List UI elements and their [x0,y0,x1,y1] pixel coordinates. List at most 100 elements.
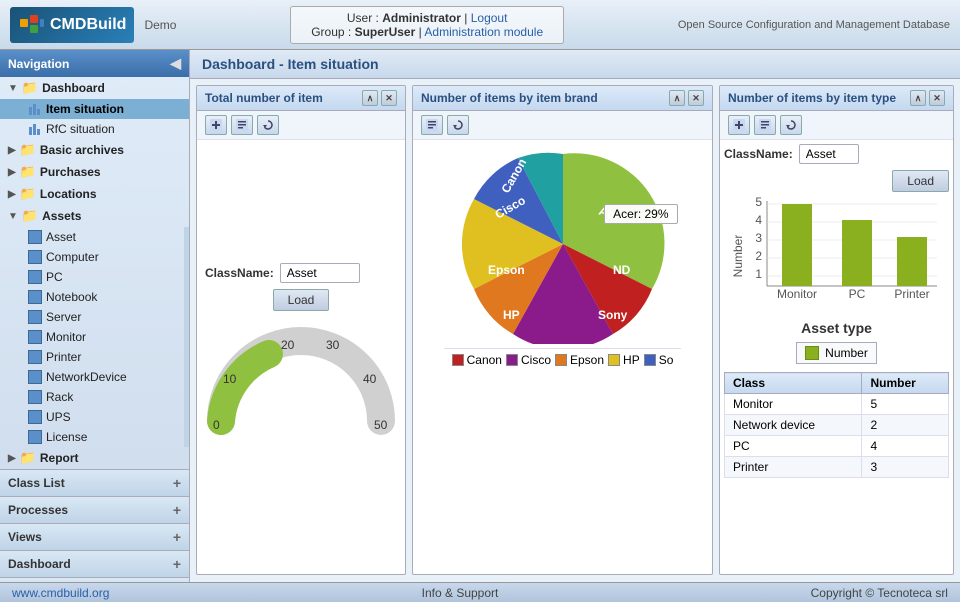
expand-icon: ▶ [8,145,16,156]
sidebar-item-item-situation[interactable]: Item situation [0,99,189,119]
sidebar-item-label: Purchases [40,165,101,179]
panel3-add-button[interactable] [728,115,750,135]
panel1-title: Total number of item [205,91,323,105]
sidebar-item-notebook[interactable]: Notebook [0,287,189,307]
item-icon [28,330,42,344]
total-items-panel: Total number of item ∧ ✕ [196,85,406,575]
sidebar-item-printer[interactable]: Printer [0,347,189,367]
panel2-close-button[interactable]: ✕ [688,90,704,106]
svg-text:Epson: Epson [488,263,525,277]
panel2-refresh-button[interactable] [447,115,469,135]
sidebar-item-basic-archives[interactable]: ▶ 📁 Basic archives [0,139,189,161]
panel3-close-button[interactable]: ✕ [929,90,945,106]
legend-color-sony [644,354,656,366]
table-cell-number: 3 [862,457,949,478]
svg-text:5: 5 [755,196,762,209]
dashboard-add-button[interactable]: + [173,556,181,572]
sidebar-item-assets[interactable]: ▼ 📁 Assets [0,205,189,227]
views-header[interactable]: Views + [0,524,189,550]
class-list-label: Class List [8,476,65,490]
demo-label: Demo [144,18,176,32]
panel3-edit-button[interactable] [754,115,776,135]
sidebar-item-label: Server [46,310,81,324]
sidebar-item-label: Rack [46,390,73,404]
sidebar-item-monitor[interactable]: Monitor [0,327,189,347]
logout-link[interactable]: Logout [471,11,508,25]
panel1-controls: ∧ ✕ [362,90,397,106]
class-list-header[interactable]: Class List + [0,470,189,496]
table-cell-class: Monitor [725,394,862,415]
sidebar: Navigation ◀ ▼ 📁 Dashboard Item situatio… [0,50,190,582]
sidebar-item-label: Printer [46,350,81,364]
sidebar-item-license[interactable]: License [0,427,189,447]
panel1-toolbar [197,111,405,140]
user-label: User : [347,11,379,25]
panel3-classname-row: ClassName: [724,144,949,164]
item-icon [28,350,42,364]
processes-label: Processes [8,503,68,517]
footer-website[interactable]: www.cmdbuild.org [12,586,109,600]
panel1-collapse-button[interactable]: ∧ [362,90,378,106]
panel3-controls: ∧ ✕ [910,90,945,106]
sidebar-item-ups[interactable]: UPS [0,407,189,427]
legend-label-hp: HP [623,353,640,367]
logo-box: CMDBuild [10,7,134,43]
sidebar-item-pc[interactable]: PC [0,267,189,287]
chart-legend-box: Number [796,342,877,364]
sidebar-item-server[interactable]: Server [0,307,189,327]
panel3-refresh-button[interactable] [780,115,802,135]
sidebar-item-dashboard[interactable]: ▼ 📁 Dashboard [0,77,189,99]
legend-sony: So [644,353,674,367]
dashboard-header[interactable]: Dashboard + [0,551,189,577]
legend-label-sony: So [659,353,674,367]
pie-legend: Canon Cisco Epson HP [444,348,682,371]
legend-color-canon [452,354,464,366]
table-header-class: Class [725,373,862,394]
processes-section: Processes + [0,496,189,523]
sidebar-item-locations[interactable]: ▶ 📁 Locations [0,183,189,205]
panel2-toolbar [413,111,712,140]
svg-text:50: 50 [374,418,388,432]
header: CMDBuild Demo User : Administrator | Log… [0,0,960,50]
sidebar-item-rack[interactable]: Rack [0,387,189,407]
panel3-collapse-button[interactable]: ∧ [910,90,926,106]
panel3-classname-input[interactable] [799,144,859,164]
views-add-button[interactable]: + [173,529,181,545]
sidebar-collapse-button[interactable]: ◀ [170,55,181,72]
table-cell-number: 2 [862,415,949,436]
logo-text: CMDBuild [50,16,126,34]
panel3-load-button[interactable]: Load [892,170,949,192]
sidebar-item-rfc-situation[interactable]: RfC situation [0,119,189,139]
sidebar-item-report[interactable]: ▶ 📁 Report [0,447,189,469]
legend-label-cisco: Cisco [521,353,551,367]
processes-header[interactable]: Processes + [0,497,189,523]
panel1-add-button[interactable] [205,115,227,135]
load-button[interactable]: Load [273,289,330,311]
group-name: SuperUser [355,25,416,39]
panel3-title: Number of items by item type [728,91,896,105]
processes-add-button[interactable]: + [173,502,181,518]
svg-text:1: 1 [755,267,762,281]
panel1-edit-button[interactable] [231,115,253,135]
svg-text:Number: Number [732,235,745,278]
admin-module-link[interactable]: Administration module [424,25,543,39]
class-list-add-button[interactable]: + [173,475,181,491]
sidebar-item-asset[interactable]: Asset [0,227,189,247]
item-icon [28,310,42,324]
report-header[interactable]: Report + [0,578,189,582]
expand-icon: ▶ [8,189,16,200]
svg-text:10: 10 [223,372,237,386]
classname-input[interactable] [280,263,360,283]
panel2-edit-button[interactable] [421,115,443,135]
group-label: Group : [311,25,351,39]
sidebar-item-computer[interactable]: Computer [0,247,189,267]
sidebar-header: Navigation ◀ [0,50,189,77]
panel2-collapse-button[interactable]: ∧ [669,90,685,106]
svg-text:2: 2 [755,249,762,263]
panel1-refresh-button[interactable] [257,115,279,135]
app-tagline: Open Source Configuration and Management… [678,19,950,31]
sidebar-item-purchases[interactable]: ▶ 📁 Purchases [0,161,189,183]
sidebar-item-networkdevice[interactable]: NetworkDevice [0,367,189,387]
folder-icon: 📁 [20,164,36,180]
panel1-close-button[interactable]: ✕ [381,90,397,106]
